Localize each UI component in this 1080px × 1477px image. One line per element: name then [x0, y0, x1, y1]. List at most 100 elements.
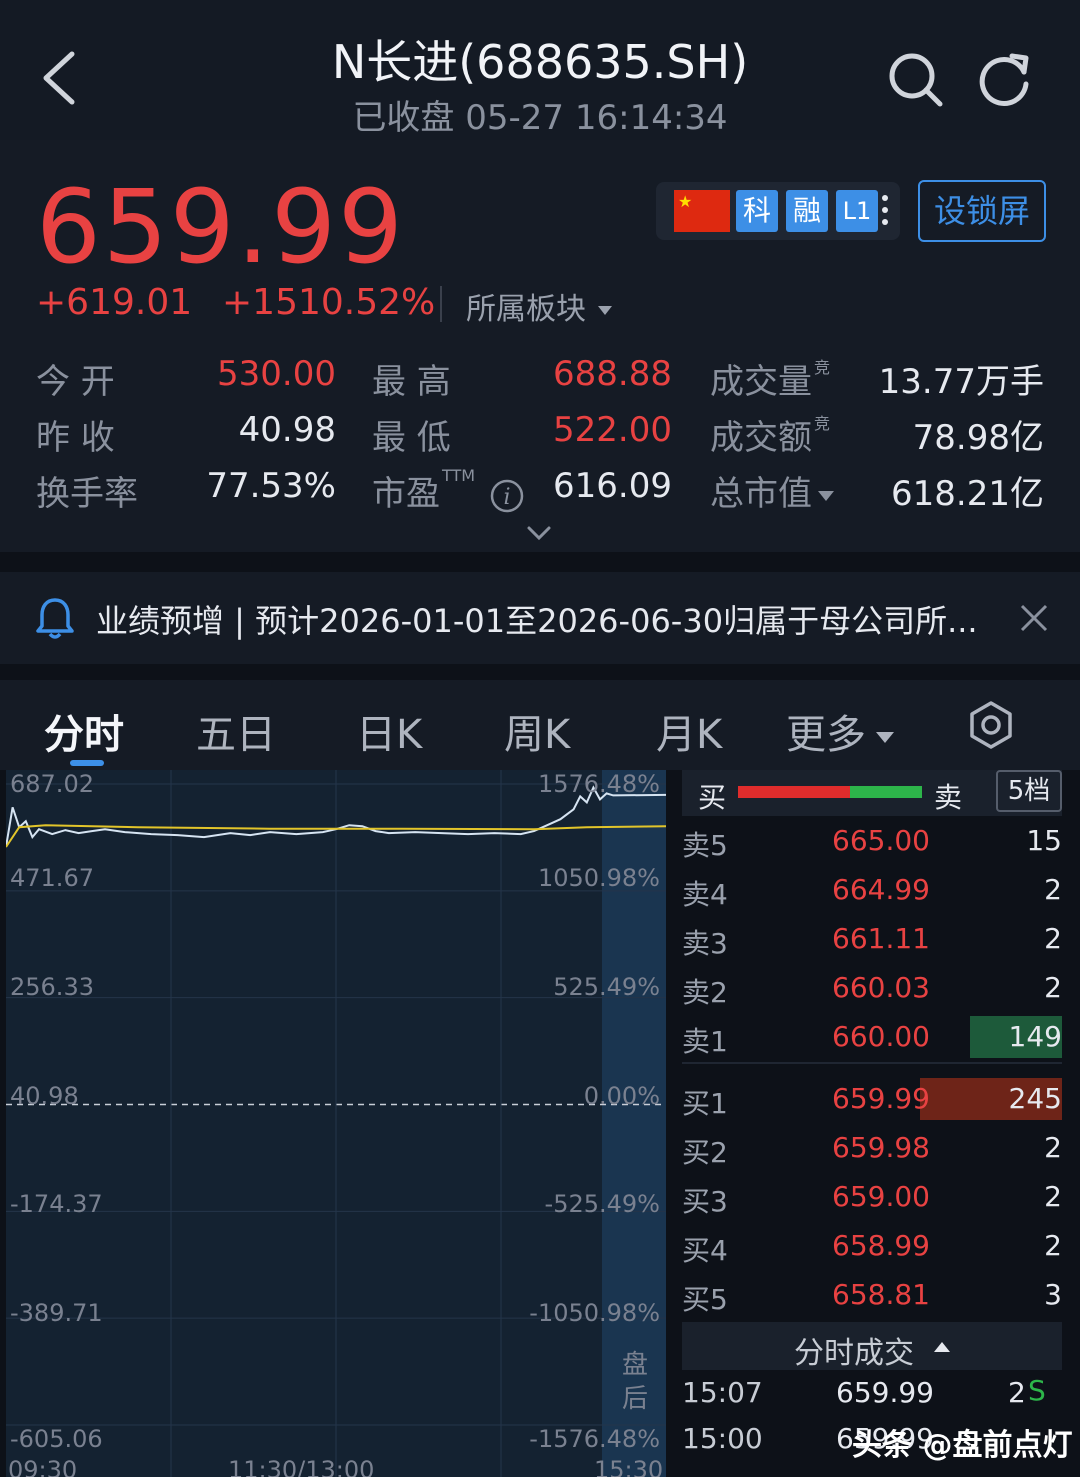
chart-period-tabs: 分时 五日 日K 周K 月K 更多	[0, 680, 1080, 770]
caret-down-icon	[818, 490, 834, 501]
ask-row[interactable]: 卖3 661.11 2	[682, 920, 1062, 960]
tab-more[interactable]: 更多	[786, 702, 894, 760]
lock-screen-button[interactable]: 设锁屏	[918, 180, 1046, 242]
y-axis-tick-right: -1576.48%	[529, 1425, 660, 1453]
depth-levels-button[interactable]: 5档	[996, 770, 1062, 812]
tab-more-label: 更多	[786, 712, 866, 758]
active-tab-indicator	[70, 760, 104, 766]
tick-time: 15:00	[682, 1422, 763, 1455]
level-volume: 2	[1044, 1229, 1062, 1262]
y-axis-tick-left: 687.02	[10, 770, 94, 798]
bid-row[interactable]: 买2 659.98 2	[682, 1129, 1062, 1169]
stock-badges[interactable]: ★ 科 融 L1	[656, 182, 900, 240]
tab-five-day[interactable]: 五日	[196, 702, 276, 760]
y-axis-tick-right: 0.00%	[583, 1082, 660, 1110]
top-nav-bar: N长进(688635.SH) 已收盘 05-27 16:14:34	[0, 0, 1080, 140]
x-axis-tick: 09:30	[8, 1456, 78, 1477]
settings-icon[interactable]	[966, 700, 1016, 750]
ask-row[interactable]: 卖2 660.03 2	[682, 969, 1062, 1009]
watermark: 头条 @盘前点灯	[852, 1428, 1073, 1463]
amount-label: 成交额竞	[710, 414, 831, 458]
caret-down-icon	[598, 306, 612, 315]
search-icon[interactable]	[886, 50, 944, 108]
pe-value: 616.09	[553, 466, 672, 506]
price-change-percent: +1510.52%	[222, 282, 436, 323]
divider	[440, 286, 442, 322]
sector-dropdown[interactable]: 所属板块	[466, 284, 612, 328]
pe-label: 市盈 TTM i	[372, 466, 524, 515]
auction-mark: 竞	[814, 414, 831, 433]
level-price: 660.00	[832, 1020, 930, 1053]
level-price: 664.99	[832, 873, 930, 906]
level-volume: 2	[1044, 971, 1062, 1004]
time-sales-title: 分时成交	[794, 1336, 914, 1371]
low-value: 522.00	[553, 410, 672, 450]
post-market-label: 盘	[622, 1350, 649, 1380]
y-axis-tick-left: 471.67	[10, 864, 94, 892]
refresh-icon[interactable]	[976, 50, 1034, 108]
tab-day-k[interactable]: 日K	[356, 702, 422, 760]
pe-ttm-sup: TTM	[442, 466, 476, 485]
bid-row[interactable]: 买1 659.99 245	[682, 1080, 1062, 1120]
more-vertical-icon[interactable]	[882, 192, 890, 232]
market-cap-value: 618.21亿	[891, 474, 1044, 514]
ask-row[interactable]: 卖4 664.99 2	[682, 871, 1062, 911]
level-price: 659.98	[832, 1131, 930, 1164]
turnover-label: 换手率	[36, 474, 138, 514]
level-label: 买3	[682, 1185, 728, 1218]
level1-badge: L1	[836, 190, 878, 232]
level-label: 买4	[682, 1234, 728, 1267]
tab-week-k[interactable]: 周K	[504, 702, 570, 760]
price-change: +619.01	[36, 282, 193, 323]
ask-row[interactable]: 卖1 660.00 149	[682, 1018, 1062, 1058]
y-axis-tick-left: 40.98	[10, 1082, 79, 1110]
level-volume: 2	[1044, 1180, 1062, 1213]
level-volume: 149	[1008, 1020, 1062, 1053]
china-flag-icon: ★	[674, 190, 730, 232]
low-label: 最 低	[372, 418, 451, 458]
tick-row: 15:07 659.99 2 S	[682, 1372, 1062, 1412]
buy-ratio-bar	[738, 786, 850, 798]
tick-volume: 2	[1008, 1376, 1026, 1409]
market-cap-dropdown[interactable]: 总市值	[710, 466, 834, 515]
y-axis-tick-right: -525.49%	[544, 1190, 660, 1218]
tab-intraday[interactable]: 分时	[44, 702, 124, 760]
level-price: 659.00	[832, 1180, 930, 1213]
volume-value: 13.77万手	[878, 362, 1044, 402]
level-price: 658.99	[832, 1229, 930, 1262]
volume-label: 成交量竞	[710, 358, 831, 402]
tick-time: 15:07	[682, 1376, 763, 1409]
caret-down-icon	[876, 731, 894, 743]
bid-row[interactable]: 买4 658.99 2	[682, 1227, 1062, 1267]
star-market-badge: 科	[736, 190, 778, 232]
y-axis-tick-right: 1576.48%	[537, 770, 660, 798]
tab-month-k[interactable]: 月K	[656, 702, 722, 760]
info-icon[interactable]: i	[490, 479, 524, 513]
chevron-down-icon[interactable]	[526, 524, 552, 542]
level-price: 665.00	[832, 824, 930, 857]
high-value: 688.88	[553, 354, 672, 394]
amount-value: 78.98亿	[912, 418, 1044, 458]
bid-row[interactable]: 买3 659.00 2	[682, 1178, 1062, 1218]
margin-badge: 融	[786, 190, 828, 232]
high-label: 最 高	[372, 362, 451, 402]
level-label: 买1	[682, 1087, 728, 1120]
level-label: 卖1	[682, 1025, 728, 1058]
level-volume: 2	[1044, 1131, 1062, 1164]
bid-row[interactable]: 买5 658.81 3	[682, 1276, 1062, 1316]
y-axis-tick-left: 256.33	[10, 973, 94, 1001]
y-axis-tick-left: -605.06	[10, 1425, 103, 1453]
post-market-label: 后	[622, 1384, 649, 1414]
intraday-chart[interactable]: 687.02 471.67 256.33 40.98 -174.37 -389.71 -60…	[5, 770, 667, 1477]
announcement-text[interactable]: 业绩预增 | 预计2026-01-01至2026-06-30归属于母公司所...	[96, 596, 978, 642]
tick-side: S	[1028, 1374, 1046, 1407]
level-label: 卖2	[682, 976, 728, 1009]
time-sales-header[interactable]: 分时成交	[682, 1322, 1062, 1371]
y-axis-tick-left: -174.37	[10, 1190, 103, 1218]
open-value: 530.00	[217, 354, 336, 394]
y-axis-tick-left: -389.71	[10, 1299, 103, 1327]
open-label: 今 开	[36, 362, 115, 402]
close-icon[interactable]	[1018, 602, 1050, 634]
announcement-bar[interactable]: 业绩预增 | 预计2026-01-01至2026-06-30归属于母公司所...	[0, 572, 1080, 664]
ask-row[interactable]: 卖5 665.00 15	[682, 822, 1062, 862]
